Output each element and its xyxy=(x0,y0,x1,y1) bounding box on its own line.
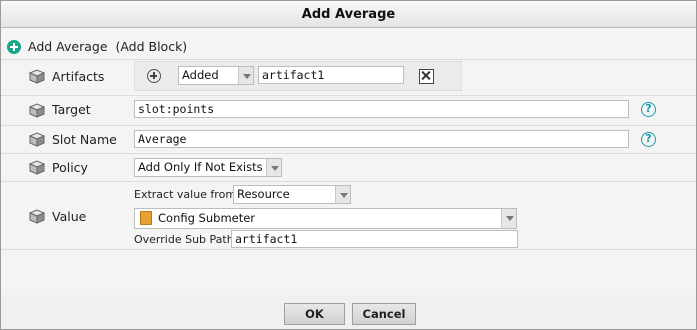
chevron-down-icon xyxy=(335,186,350,203)
cube-icon xyxy=(29,132,45,147)
folder-icon xyxy=(140,211,152,225)
add-circle-icon[interactable] xyxy=(147,69,161,83)
target-row: Target slot:points ? xyxy=(1,95,696,125)
block-header: Add Average (Add Block) xyxy=(1,37,696,59)
target-label: Target xyxy=(52,102,91,117)
plus-circle-icon xyxy=(7,40,21,54)
resource-select[interactable]: Config Submeter xyxy=(134,208,517,229)
policy-select[interactable]: Add Only If Not Exists xyxy=(134,158,282,177)
help-icon[interactable]: ? xyxy=(641,132,656,147)
chevron-down-icon xyxy=(501,209,516,228)
extract-value-label: Extract value from: xyxy=(134,188,240,201)
cube-icon xyxy=(29,209,45,224)
cube-icon xyxy=(29,103,45,118)
help-icon[interactable]: ? xyxy=(641,102,656,117)
extract-source-select[interactable]: Resource xyxy=(233,185,351,204)
remove-x-icon[interactable] xyxy=(419,69,434,84)
cube-icon xyxy=(29,160,45,175)
slot-name-label: Slot Name xyxy=(52,132,117,147)
divider xyxy=(1,249,696,250)
chevron-down-icon xyxy=(266,159,281,176)
override-sub-path-input[interactable]: artifact1 xyxy=(231,230,518,248)
resource-value: Config Submeter xyxy=(158,211,256,225)
value-label: Value xyxy=(52,209,87,224)
override-sub-path-label: Override Sub Path: xyxy=(134,233,238,246)
artifacts-mode-value: Added xyxy=(182,68,219,82)
policy-value: Add Only If Not Exists xyxy=(138,160,263,174)
value-row: Value Extract value from: Resource Confi… xyxy=(1,181,696,249)
artifact-name-input[interactable]: artifact1 xyxy=(258,66,404,84)
dialog-footer: OK Cancel xyxy=(1,295,696,329)
add-average-dialog: Add Average Add Average (Add Block) Arti… xyxy=(0,0,697,330)
block-header-label: Add Average (Add Block) xyxy=(28,39,188,54)
extract-source-value: Resource xyxy=(237,187,290,201)
cube-icon xyxy=(29,69,45,84)
dialog-title: Add Average xyxy=(1,1,696,28)
artifacts-label: Artifacts xyxy=(52,69,105,84)
slot-name-input[interactable]: Average xyxy=(134,130,629,148)
chevron-down-icon xyxy=(238,67,253,84)
ok-button[interactable]: OK xyxy=(284,303,345,325)
target-input[interactable]: slot:points xyxy=(134,100,629,118)
slot-name-row: Slot Name Average ? xyxy=(1,125,696,153)
policy-row: Policy Add Only If Not Exists xyxy=(1,153,696,181)
artifacts-editor: Added artifact1 xyxy=(134,61,462,91)
artifacts-mode-select[interactable]: Added xyxy=(178,66,254,85)
cancel-button[interactable]: Cancel xyxy=(352,303,416,325)
policy-label: Policy xyxy=(52,160,88,175)
